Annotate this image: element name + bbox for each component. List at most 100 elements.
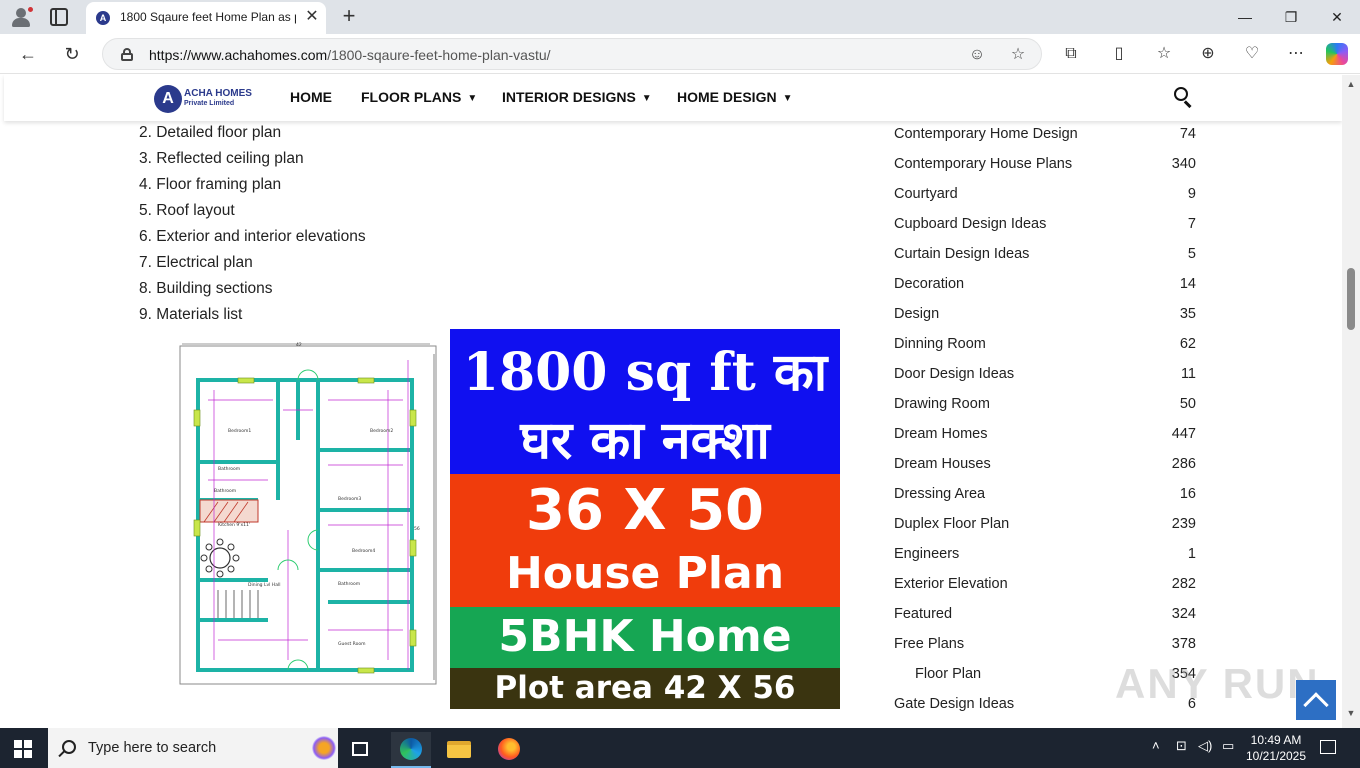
category-label: Duplex Floor Plan xyxy=(894,516,1010,532)
notification-icon[interactable] xyxy=(1320,740,1336,754)
windows-start-icon[interactable] xyxy=(14,740,32,758)
performance-icon[interactable]: ♡ xyxy=(1240,42,1264,66)
category-label: Dream Houses xyxy=(894,456,991,472)
url-text[interactable]: https://www.achahomes.com/1800-sqaure-fe… xyxy=(149,47,551,63)
category-link[interactable]: Design 35 xyxy=(894,306,1196,328)
category-link[interactable]: Curtain Design Ideas 5 xyxy=(894,246,1196,268)
category-link[interactable]: Contemporary House Plans 340 xyxy=(894,156,1196,178)
search-icon[interactable] xyxy=(1174,87,1194,108)
tab-title: 1800 Sqaure feet Home Plan as per Vastu xyxy=(120,10,296,24)
list-item: 6. Exterior and interior elevations xyxy=(139,228,366,245)
reading-mode-icon[interactable]: ☺ xyxy=(967,45,987,65)
network-icon[interactable]: ⊡ xyxy=(1176,738,1187,754)
svg-text:Bathroom: Bathroom xyxy=(338,581,360,587)
back-arrow-icon[interactable]: ← xyxy=(16,42,40,66)
poster-orange-band: 36 X 50 House Plan xyxy=(450,474,840,607)
address-bar[interactable]: https://www.achahomes.com/1800-sqaure-fe… xyxy=(102,38,1042,70)
favorites-icon[interactable]: ☆ xyxy=(1152,42,1176,66)
category-link[interactable]: Exterior Elevation 282 xyxy=(894,576,1196,598)
category-label: Exterior Elevation xyxy=(894,576,1008,592)
category-count: 282 xyxy=(1171,576,1196,592)
search-highlight-icon[interactable] xyxy=(312,736,336,760)
category-count: 50 xyxy=(1179,396,1196,412)
collections-icon[interactable]: ⊕ xyxy=(1196,42,1220,66)
category-link[interactable]: Dressing Area 16 xyxy=(894,486,1196,508)
site-logo[interactable]: A ACHA HOMES Private Limited xyxy=(154,85,254,113)
category-link[interactable]: Decoration 14 xyxy=(894,276,1196,298)
search-icon xyxy=(62,740,76,754)
category-link[interactable]: Duplex Floor Plan 239 xyxy=(894,516,1196,538)
category-count: 340 xyxy=(1171,156,1196,172)
minimize-icon[interactable]: — xyxy=(1230,6,1260,28)
menu-floor-plans[interactable]: FLOOR PLANS ▼ xyxy=(361,89,477,105)
category-link[interactable]: Featured 324 xyxy=(894,606,1196,628)
page-scrollbar[interactable]: ▲ ▼ xyxy=(1342,75,1360,728)
menu-home-design[interactable]: HOME DESIGN ▼ xyxy=(677,89,792,105)
poster-green-band: 5BHK Home xyxy=(450,607,840,668)
taskbar-search-placeholder: Type here to search xyxy=(88,740,217,756)
browser-tab[interactable]: A 1800 Sqaure feet Home Plan as per Vast… xyxy=(86,2,326,34)
web-page: ConstructionConstruction TipsContemporar… xyxy=(0,75,1342,728)
svg-text:Dining Lvl Hall: Dining Lvl Hall xyxy=(248,582,280,588)
category-label: Design xyxy=(894,306,940,322)
volume-icon[interactable]: ◁) xyxy=(1198,738,1212,754)
category-link[interactable]: Cupboard Design Ideas 7 xyxy=(894,216,1196,238)
browser-toolbar: ← ↻ https://www.achahomes.com/1800-sqaur… xyxy=(0,34,1360,74)
menu-floor-plans-label: FLOOR PLANS xyxy=(361,89,462,105)
category-label: Decoration xyxy=(894,276,965,292)
category-link[interactable]: Dinning Room 62 xyxy=(894,336,1196,358)
scroll-up-icon[interactable]: ▲ xyxy=(1346,79,1356,89)
keyboard-icon[interactable]: ▭ xyxy=(1222,738,1234,754)
category-label: Drawing Room xyxy=(894,396,990,412)
category-link[interactable]: Dream Houses 286 xyxy=(894,456,1196,478)
edge-taskbar-button[interactable] xyxy=(391,732,431,768)
star-icon[interactable]: ☆ xyxy=(1008,45,1028,65)
list-item: 7. Electrical plan xyxy=(139,254,253,271)
close-icon[interactable]: ✕ xyxy=(304,8,320,26)
category-count: 378 xyxy=(1171,636,1196,652)
copilot-icon[interactable] xyxy=(1326,43,1348,65)
logo-subtitle: Private Limited xyxy=(184,100,235,107)
category-link[interactable]: Engineers 1 xyxy=(894,546,1196,568)
firefox-taskbar-button[interactable] xyxy=(489,732,529,768)
category-link[interactable]: Door Design Ideas 11 xyxy=(894,366,1196,388)
profile-icon[interactable] xyxy=(10,6,34,28)
back-to-top-button[interactable] xyxy=(1296,680,1336,720)
menu-interior-designs[interactable]: INTERIOR DESIGNS ▼ xyxy=(502,89,652,105)
taskbar-search-box[interactable]: Type here to search xyxy=(48,728,338,768)
poster-line-1: 1800 sq ft का xyxy=(462,342,828,403)
watermark: ANY RUN xyxy=(1115,660,1320,707)
category-label: Dinning Room xyxy=(894,336,986,352)
puzzle-icon[interactable]: ⧉ xyxy=(1059,42,1083,66)
refresh-icon[interactable]: ↻ xyxy=(60,42,84,66)
menu-home[interactable]: HOME xyxy=(290,89,332,105)
chevron-up-icon[interactable]: ˄ xyxy=(1152,738,1160,753)
svg-text:Bathroom: Bathroom xyxy=(214,488,236,494)
svg-text:Bathroom: Bathroom xyxy=(218,466,240,472)
scroll-thumb[interactable] xyxy=(1347,268,1355,330)
task-view-button[interactable] xyxy=(340,732,380,768)
category-label: Contemporary House Plans xyxy=(894,156,1073,172)
chevron-down-icon: ▼ xyxy=(467,93,478,104)
scroll-down-icon[interactable]: ▼ xyxy=(1346,708,1356,718)
window-close-icon[interactable]: ✕ xyxy=(1322,6,1352,28)
category-link[interactable]: Free Plans 378 xyxy=(894,636,1196,658)
tab-actions-icon[interactable] xyxy=(50,8,68,26)
category-link[interactable]: Dream Homes 447 xyxy=(894,426,1196,448)
svg-text:Bedroom1: Bedroom1 xyxy=(228,428,251,434)
category-link[interactable]: Courtyard 9 xyxy=(894,186,1196,208)
category-link[interactable]: Contemporary Home Design 74 xyxy=(894,126,1196,148)
poster-blue-band: 1800 sq ft का घर का नक्शा xyxy=(450,329,840,474)
category-count: 9 xyxy=(1187,186,1196,202)
more-icon[interactable]: ⋯ xyxy=(1284,42,1308,66)
poster-line-5: 5BHK Home xyxy=(498,611,792,662)
lock-icon[interactable] xyxy=(121,48,133,61)
split-screen-icon[interactable]: ▯ xyxy=(1107,42,1131,66)
category-label: Gate Design Ideas xyxy=(894,696,1015,712)
menu-interior-designs-label: INTERIOR DESIGNS xyxy=(502,89,636,105)
category-link[interactable]: Drawing Room 50 xyxy=(894,396,1196,418)
plus-icon[interactable]: + xyxy=(338,4,360,28)
file-explorer-taskbar-button[interactable] xyxy=(439,732,479,768)
restore-icon[interactable]: ❐ xyxy=(1276,6,1306,28)
taskbar-clock[interactable]: 10:49 AM 10/21/2025 xyxy=(1238,732,1314,764)
